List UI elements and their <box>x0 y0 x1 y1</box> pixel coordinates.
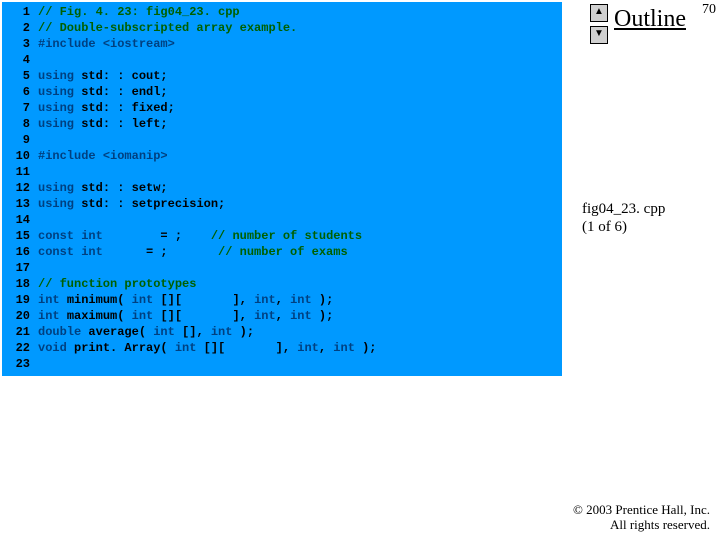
code-keyword: int <box>333 341 362 355</box>
line-number: 17 <box>2 260 38 276</box>
line-number: 21 <box>2 324 38 340</box>
copyright-line2: All rights reserved. <box>610 517 710 532</box>
code-comment: // function prototypes <box>38 276 196 292</box>
code-keyword: int <box>175 341 204 355</box>
code-text: std: : setw; <box>81 181 167 195</box>
code-keyword: int <box>290 309 319 323</box>
code-text: average( <box>88 325 153 339</box>
copyright-line1: © 2003 Prentice Hall, Inc. <box>573 502 710 517</box>
line-number: 16 <box>2 244 38 260</box>
outline-down-button[interactable]: ▼ <box>590 26 608 44</box>
figure-part: (1 of 6) <box>582 219 627 235</box>
code-text: [][ ], <box>204 341 298 355</box>
code-keyword: int <box>132 293 161 307</box>
figure-name: fig04_23. cpp <box>582 201 665 217</box>
code-text: = ; <box>103 229 211 243</box>
code-keyword: using <box>38 181 81 195</box>
line-number: 2 <box>2 20 38 36</box>
code-text: = ; <box>103 245 218 259</box>
line-number: 4 <box>2 52 38 68</box>
code-text: [][ ], <box>160 293 254 307</box>
line-number: 7 <box>2 100 38 116</box>
line-number: 19 <box>2 292 38 308</box>
code-keyword: int <box>254 309 276 323</box>
line-number: 18 <box>2 276 38 292</box>
code-text: [][ ], <box>160 309 254 323</box>
line-number: 9 <box>2 132 38 148</box>
code-text: maximum( <box>67 309 132 323</box>
code-comment: // number of exams <box>218 245 348 259</box>
code-text: std: : setprecision; <box>81 197 225 211</box>
code-header: <iomanip> <box>103 149 168 163</box>
line-number: 23 <box>2 356 38 372</box>
code-text: ); <box>319 309 333 323</box>
outline-box: ▲ ▼ Outline <box>590 4 686 44</box>
code-text: print. Array( <box>74 341 175 355</box>
code-block: 1// Fig. 4. 23: fig04_23. cpp 2// Double… <box>2 2 562 376</box>
code-keyword: using <box>38 101 81 115</box>
line-number: 8 <box>2 116 38 132</box>
code-keyword: int <box>211 325 240 339</box>
code-text: ); <box>240 325 254 339</box>
code-comment: // Double-subscripted array example. <box>38 20 297 36</box>
line-number: 1 <box>2 4 38 20</box>
code-text: minimum( <box>67 293 132 307</box>
code-keyword: const int <box>38 229 103 243</box>
code-text: , <box>276 309 290 323</box>
copyright: © 2003 Prentice Hall, Inc. All rights re… <box>573 502 710 532</box>
line-number: 6 <box>2 84 38 100</box>
line-number: 22 <box>2 340 38 356</box>
code-keyword: int <box>38 293 67 307</box>
line-number: 15 <box>2 228 38 244</box>
code-keyword: using <box>38 69 81 83</box>
page-number: 70 <box>702 2 716 18</box>
line-number: 10 <box>2 148 38 164</box>
code-keyword: using <box>38 117 81 131</box>
outline-up-button[interactable]: ▲ <box>590 4 608 22</box>
outline-label[interactable]: Outline <box>614 6 686 33</box>
code-text: ); <box>319 293 333 307</box>
code-keyword: void <box>38 341 74 355</box>
line-number: 13 <box>2 196 38 212</box>
code-text: std: : fixed; <box>81 101 175 115</box>
code-keyword: using <box>38 197 81 211</box>
outline-nav: ▲ ▼ <box>590 4 608 44</box>
code-comment: // number of students <box>211 229 362 243</box>
code-keyword: double <box>38 325 88 339</box>
code-preproc: #include <box>38 149 103 163</box>
code-keyword: int <box>153 325 182 339</box>
code-text: std: : endl; <box>81 85 167 99</box>
code-keyword: int <box>254 293 276 307</box>
code-keyword: int <box>38 309 67 323</box>
code-text: std: : left; <box>81 117 167 131</box>
code-keyword: const int <box>38 245 103 259</box>
line-number: 14 <box>2 212 38 228</box>
figure-label: fig04_23. cpp (1 of 6) <box>582 200 665 236</box>
code-keyword: using <box>38 85 81 99</box>
code-header: <iostream> <box>103 37 175 51</box>
code-keyword: int <box>297 341 319 355</box>
line-number: 11 <box>2 164 38 180</box>
line-number: 20 <box>2 308 38 324</box>
code-keyword: int <box>290 293 319 307</box>
line-number: 3 <box>2 36 38 52</box>
code-comment: // Fig. 4. 23: fig04_23. cpp <box>38 4 240 20</box>
code-preproc: #include <box>38 37 103 51</box>
line-number: 12 <box>2 180 38 196</box>
code-text: std: : cout; <box>81 69 167 83</box>
code-text: ); <box>362 341 376 355</box>
line-number: 5 <box>2 68 38 84</box>
code-text: , <box>276 293 290 307</box>
code-text: , <box>319 341 333 355</box>
code-text: [], <box>182 325 211 339</box>
code-keyword: int <box>132 309 161 323</box>
